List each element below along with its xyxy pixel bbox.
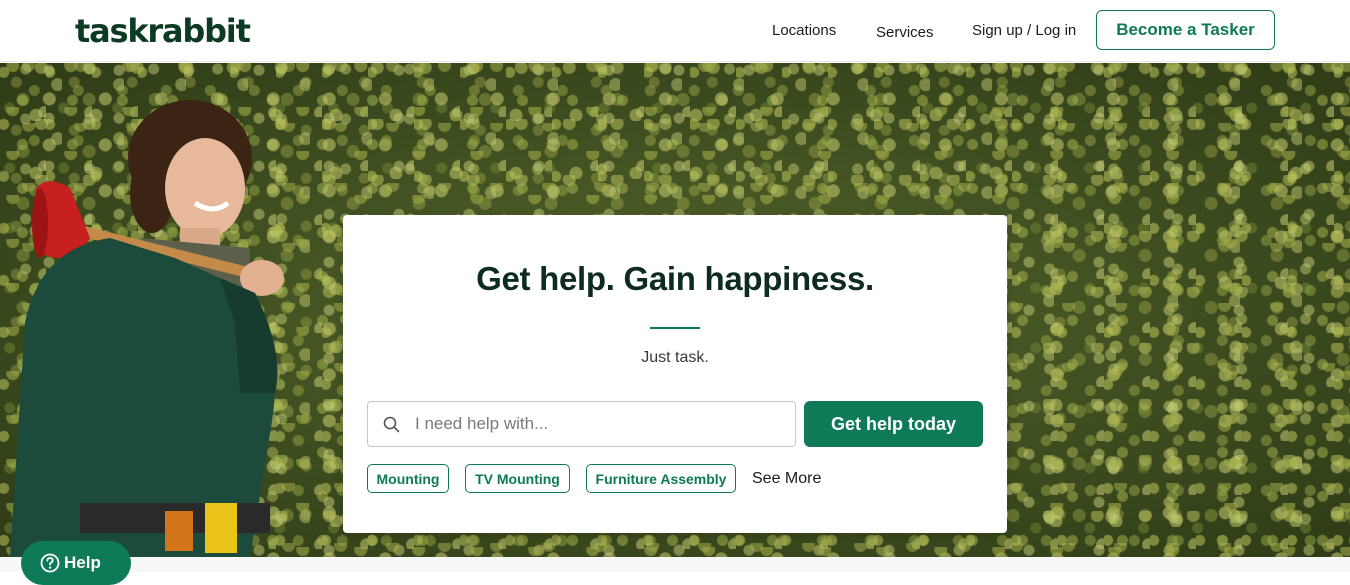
chip-furniture-assembly[interactable]: Furniture Assembly (586, 464, 736, 493)
chip-mounting[interactable]: Mounting (367, 464, 449, 493)
help-widget-button[interactable]: Help (21, 541, 131, 585)
taskrabbit-logo[interactable]: taskrabbit (75, 9, 251, 53)
below-hero-section (0, 557, 1350, 572)
hero-title: Get help. Gain happiness. (476, 260, 874, 297)
search-box[interactable] (367, 401, 796, 447)
tasker-with-plunger-image (10, 100, 284, 557)
become-a-tasker-button[interactable]: Become a Tasker (1096, 10, 1275, 50)
search-card: Get help. Gain happiness. Just task. Get… (343, 215, 1007, 533)
site-header: taskrabbit Locations Services Sign up / … (0, 0, 1350, 62)
chip-tv-mounting[interactable]: TV Mounting (465, 464, 570, 493)
hero-background: Get help. Gain happiness. Just task. Get… (0, 63, 1350, 557)
nav-link-signup-login[interactable]: Sign up / Log in (972, 21, 1076, 41)
search-input[interactable] (413, 413, 783, 435)
hero-subtitle: Just task. (641, 349, 709, 366)
search-icon (382, 415, 400, 433)
get-help-today-button[interactable]: Get help today (804, 401, 983, 447)
help-label: Help (64, 553, 101, 572)
see-more-link[interactable]: See More (752, 469, 821, 489)
title-divider (650, 327, 700, 329)
nav-link-services[interactable]: Services (876, 23, 934, 43)
help-question-icon (40, 553, 60, 573)
nav-link-locations[interactable]: Locations (772, 21, 836, 41)
